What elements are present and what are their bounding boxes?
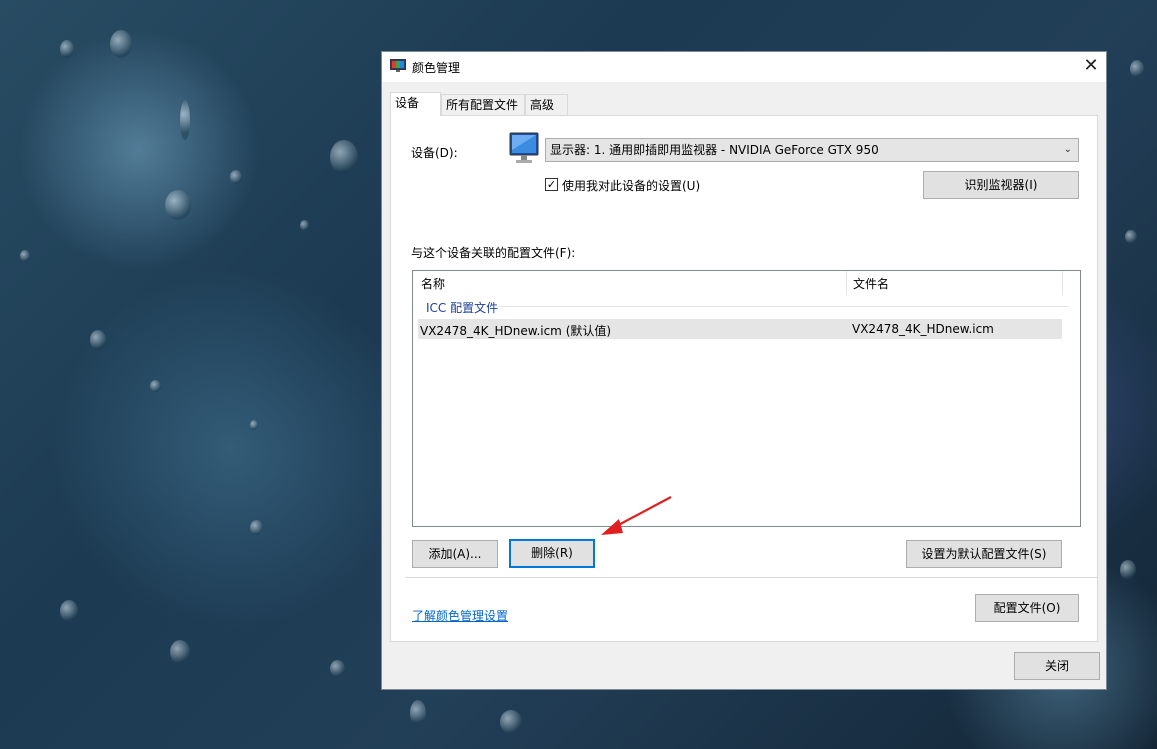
identify-monitors-button[interactable]: 识别监视器(I): [923, 171, 1079, 199]
tab-advanced[interactable]: 高级: [525, 94, 568, 115]
section-divider: [405, 577, 1097, 578]
profiles-list[interactable]: 名称 文件名 ICC 配置文件 VX2478_4K_HDnew.icm (默认值…: [412, 270, 1081, 527]
tab-all-profiles[interactable]: 所有配置文件: [441, 94, 525, 115]
tab-devices[interactable]: 设备: [390, 92, 441, 116]
use-my-settings-label[interactable]: 使用我对此设备的设置(U): [562, 177, 700, 194]
checkmark-icon: ✓: [546, 178, 557, 191]
devices-panel: 设备(D): 显示器: 1. 通用即插即用监视器 - NVIDIA GeForc…: [390, 115, 1098, 642]
device-label: 设备(D):: [411, 146, 458, 160]
set-default-button[interactable]: 设置为默认配置文件(S): [906, 540, 1062, 568]
use-my-settings-checkbox[interactable]: ✓: [545, 178, 558, 191]
device-select-value: 显示器: 1. 通用即插即用监视器 - NVIDIA GeForce GTX 9…: [550, 143, 879, 157]
column-header-name[interactable]: 名称: [421, 275, 445, 292]
profiles-button[interactable]: 配置文件(O): [975, 594, 1079, 622]
close-button[interactable]: 关闭: [1014, 652, 1100, 680]
title-bar: 颜色管理 ✕: [382, 52, 1106, 82]
chevron-down-icon: ⌄: [1063, 144, 1072, 155]
device-select[interactable]: 显示器: 1. 通用即插即用监视器 - NVIDIA GeForce GTX 9…: [545, 138, 1079, 162]
row-name: VX2478_4K_HDnew.icm (默认值): [420, 324, 612, 338]
learn-color-management-link[interactable]: 了解颜色管理设置: [412, 607, 508, 624]
monitor-icon: [509, 132, 539, 163]
red-arrow-icon: [601, 496, 672, 535]
color-management-icon: [390, 59, 406, 72]
remove-button[interactable]: 删除(R): [509, 539, 595, 568]
window-title: 颜色管理: [412, 61, 461, 75]
column-separator[interactable]: [846, 271, 847, 295]
color-management-dialog: 颜色管理 ✕ 设备 所有配置文件 高级 设备(D): 显示器: 1. 通用即插即…: [381, 51, 1107, 690]
table-row[interactable]: VX2478_4K_HDnew.icm (默认值) VX2478_4K_HDne…: [418, 319, 1062, 339]
row-filename: VX2478_4K_HDnew.icm: [852, 322, 994, 336]
add-button[interactable]: 添加(A)...: [412, 540, 498, 568]
column-header-filename[interactable]: 文件名: [853, 275, 889, 292]
close-icon[interactable]: ✕: [1076, 52, 1106, 82]
profiles-section-label: 与这个设备关联的配置文件(F):: [411, 246, 576, 260]
group-header-icc: ICC 配置文件: [426, 301, 499, 315]
group-divider: [498, 306, 1069, 307]
column-separator[interactable]: [1062, 271, 1063, 295]
